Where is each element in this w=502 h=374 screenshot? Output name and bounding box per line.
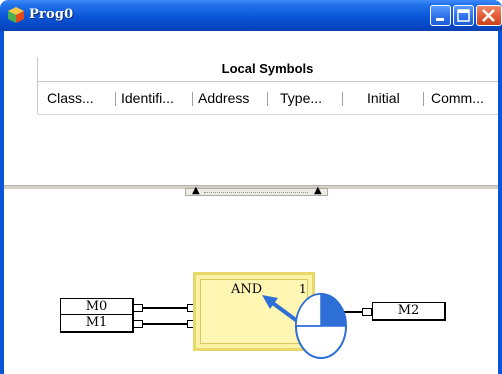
program-window: Prog0 Local Symbols Class... Identifi...… <box>0 0 502 374</box>
column-comment[interactable]: Comm... <box>431 90 484 106</box>
column-class[interactable]: Class... <box>47 90 94 106</box>
collapse-up-icon[interactable]: ▲ <box>192 185 200 196</box>
handle-grip <box>204 192 308 193</box>
local-symbols-title: Local Symbols <box>221 61 314 76</box>
splitter-handle[interactable]: ▲ ▲ <box>185 185 328 196</box>
column-type[interactable]: Type... <box>280 90 322 106</box>
minimize-icon <box>436 18 444 21</box>
symbols-column-header: Class... Identifi... Address Type... Ini… <box>37 82 498 115</box>
column-initial[interactable]: Initial <box>367 90 400 106</box>
output-coil-m2[interactable]: M2 <box>372 302 446 321</box>
column-divider[interactable] <box>423 92 424 106</box>
column-divider[interactable] <box>267 92 268 106</box>
title-bar[interactable]: Prog0 <box>0 0 502 31</box>
connector-pin <box>133 320 143 328</box>
minimize-button[interactable] <box>430 5 451 26</box>
column-divider[interactable] <box>192 92 193 106</box>
program-icon <box>8 7 24 23</box>
close-button[interactable] <box>476 5 502 26</box>
mouse-click-hint <box>262 293 347 359</box>
connector-pin <box>362 308 372 316</box>
window-right-border <box>498 31 502 374</box>
close-icon <box>482 9 495 22</box>
local-symbols-header: Local Symbols <box>37 57 498 82</box>
maximize-icon <box>457 9 470 22</box>
input-contact-m1[interactable]: M1 <box>60 314 134 333</box>
column-identifier[interactable]: Identifi... <box>121 90 174 106</box>
program-content: Local Symbols Class... Identifi... Addre… <box>4 31 498 374</box>
connector-pin <box>133 304 143 312</box>
column-divider[interactable] <box>342 92 343 106</box>
column-address[interactable]: Address <box>198 90 249 106</box>
mouse-icon <box>295 293 347 359</box>
window-title: Prog0 <box>29 7 74 22</box>
column-divider[interactable] <box>115 92 116 106</box>
collapse-up-icon[interactable]: ▲ <box>314 185 322 196</box>
maximize-button[interactable] <box>453 5 474 26</box>
